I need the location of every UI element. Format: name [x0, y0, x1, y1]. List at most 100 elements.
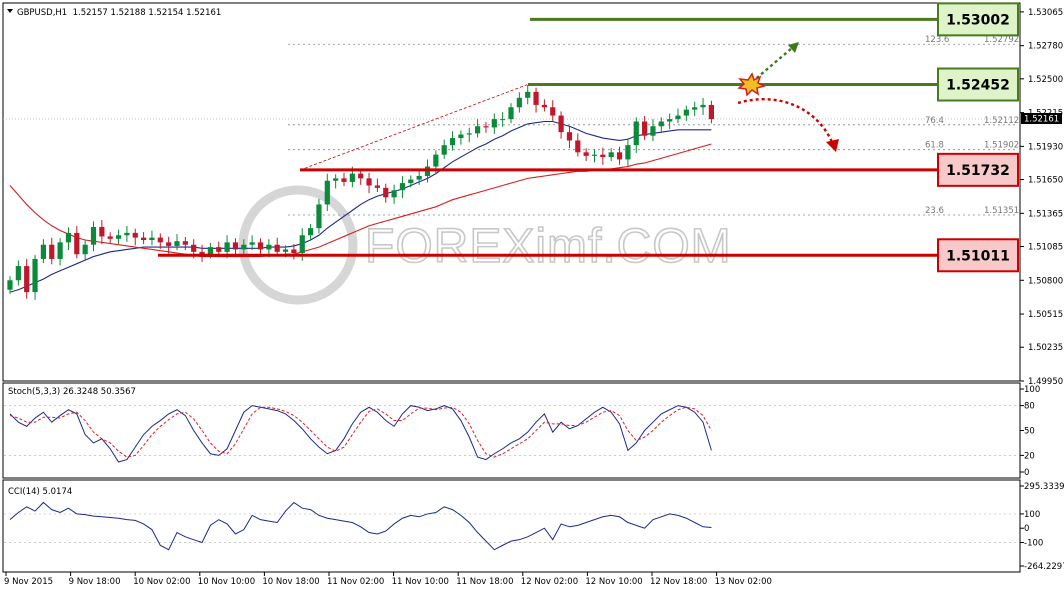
- candle-body-60: [508, 107, 514, 120]
- stoch-pane[interactable]: [2, 382, 1021, 479]
- candle-body-64: [541, 104, 547, 108]
- candle-body-14: [124, 232, 130, 236]
- time-tick-label-11: 13 Nov 02:00: [715, 577, 772, 587]
- resistance-label-1: 1.52452: [946, 78, 1010, 94]
- candle-body-2: [24, 266, 30, 293]
- candle-body-75: [633, 121, 639, 146]
- candle-body-35: [299, 235, 305, 254]
- candle-body-74: [625, 145, 631, 160]
- candle-body-53: [449, 138, 456, 146]
- candle-body-12: [107, 236, 113, 239]
- candle-body-1: [15, 266, 21, 281]
- candle-body-81: [683, 109, 689, 116]
- fib-ratio-label-2: 61.8: [925, 141, 944, 151]
- candle-body-68: [575, 140, 581, 153]
- candle-body-18: [157, 237, 163, 243]
- price-pane[interactable]: [2, 2, 1021, 382]
- candle-body-62: [525, 91, 531, 98]
- candle-body-26: [224, 242, 230, 252]
- time-tick-label-1: 9 Nov 18:00: [69, 577, 121, 587]
- time-tick-label-9: 12 Nov 10:00: [585, 577, 642, 587]
- candle-body-70: [591, 154, 598, 156]
- candle-body-66: [558, 115, 564, 133]
- candle-body-3: [32, 258, 38, 293]
- stoch-tick-label-3: 20: [1024, 451, 1035, 461]
- cci-tick-label-3: -100: [1024, 539, 1043, 549]
- candle-body-56: [475, 126, 481, 134]
- fib-ratio-label-3: 23.6: [925, 206, 944, 216]
- candle-body-34: [291, 249, 297, 254]
- candle-body-51: [433, 154, 439, 167]
- price-tick-label-4: 1.51930: [1028, 142, 1063, 152]
- candle-body-9: [82, 244, 88, 255]
- candle-body-28: [241, 244, 247, 250]
- candle-body-59: [500, 119, 506, 121]
- fib-price-label-1: 1.52112: [984, 116, 1019, 126]
- fib-price-label-3: 1.51351: [984, 206, 1019, 216]
- candle-body-22: [191, 244, 197, 252]
- candle-body-58: [491, 119, 497, 128]
- candle-body-63: [533, 91, 539, 105]
- candle-body-40: [341, 178, 347, 182]
- candle-body-67: [566, 132, 573, 141]
- support-label-0: 1.51732: [946, 163, 1010, 179]
- candle-body-33: [282, 249, 289, 252]
- candle-body-21: [182, 241, 188, 245]
- candle-body-48: [408, 179, 414, 184]
- candle-body-38: [324, 180, 330, 205]
- candle-body-31: [266, 244, 272, 250]
- stoch-title: Stoch(5,3,3) 26.3248 50.3567: [8, 387, 136, 397]
- candle-body-16: [141, 237, 147, 240]
- candle-body-45: [383, 187, 389, 198]
- candle-body-25: [216, 247, 222, 252]
- price-axis: 1.530651.527801.525001.522151.519301.516…: [1020, 8, 1063, 387]
- time-tick-label-2: 10 Nov 02:00: [133, 577, 190, 587]
- candle-body-79: [667, 119, 673, 122]
- time-tick-label-0: 9 Nov 2015: [4, 577, 53, 587]
- candle-body-73: [616, 152, 623, 160]
- candle-body-15: [132, 232, 138, 238]
- price-tick-label-0: 1.53065: [1028, 8, 1063, 18]
- stoch-tick-label-0: 100: [1024, 385, 1040, 395]
- fib-price-label-2: 1.51902: [984, 141, 1019, 151]
- time-axis: 9 Nov 2015 9 Nov 18:00 10 Nov 02:00 10 Nov …: [4, 572, 772, 587]
- time-tick-label-5: 11 Nov 02:00: [327, 577, 384, 587]
- candle-body-13: [115, 235, 122, 239]
- candle-body-61: [516, 97, 522, 108]
- candle-body-19: [166, 242, 172, 246]
- candle-body-43: [366, 178, 372, 186]
- symbol-header: GBPUSD,H1 1.52157 1.52188 1.52154 1.5216…: [17, 8, 221, 18]
- candle-body-10: [90, 226, 97, 245]
- chart-area: FOREXimf.COM 123.6 1.52792 76.4 1.52112 61.8…: [2, 2, 1064, 587]
- cci-tick-label-1: 100: [1024, 510, 1040, 520]
- candle-body-29: [249, 242, 255, 245]
- stoch-tick-label-4: 0: [1024, 468, 1029, 478]
- time-tick-label-8: 12 Nov 02:00: [521, 577, 578, 587]
- cci-pane[interactable]: [2, 479, 1021, 573]
- candle-body-0: [7, 280, 13, 290]
- price-tick-label-7: 1.51085: [1028, 243, 1063, 253]
- candle-body-46: [391, 190, 397, 198]
- fib-ratio-label-1: 76.4: [925, 116, 944, 126]
- candle-body-55: [466, 133, 472, 135]
- stoch-tick-label-2: 50: [1024, 427, 1035, 437]
- candle-body-84: [708, 104, 714, 120]
- time-tick-label-3: 10 Nov 10:00: [198, 577, 255, 587]
- candle-body-4: [40, 244, 46, 259]
- candle-body-78: [658, 121, 664, 127]
- candle-body-54: [458, 134, 464, 139]
- candle-body-36: [308, 228, 314, 236]
- candle-body-37: [316, 204, 322, 229]
- resistance-label-0: 1.53002: [946, 12, 1010, 28]
- fib-price-label-0: 1.52792: [984, 35, 1019, 45]
- candle-body-6: [57, 242, 63, 259]
- candle-body-8: [74, 232, 80, 255]
- support-label-1: 1.51011: [946, 248, 1010, 264]
- watermark-text: FOREXimf.COM: [365, 220, 732, 273]
- candle-body-30: [257, 242, 264, 250]
- cci-tick-label-0: 295.3339: [1024, 482, 1064, 492]
- candle-body-49: [416, 176, 422, 180]
- candle-body-82: [692, 107, 698, 110]
- time-tick-label-7: 11 Nov 18:00: [456, 577, 513, 587]
- candle-body-76: [642, 121, 648, 136]
